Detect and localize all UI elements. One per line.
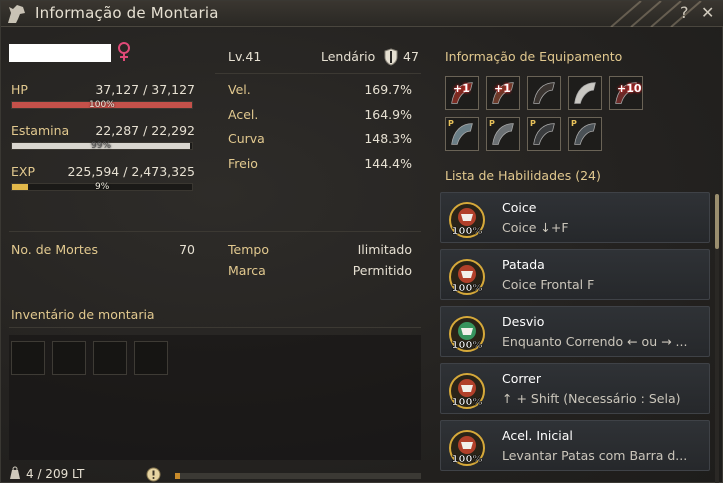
inventory-title: Inventário de montaria: [11, 307, 155, 322]
skill-card[interactable]: 100% Acel. Inicial Levantar Patas com Barr…: [440, 420, 710, 471]
skill-mastery: 100%: [452, 283, 483, 294]
skill-card[interactable]: 100% Coice Coice ↓+F: [440, 192, 710, 243]
time-label: Tempo: [228, 242, 269, 257]
skills-title: Lista de Habilidades (24): [445, 168, 601, 183]
skill-mastery: 100%: [452, 340, 483, 351]
title-bar[interactable]: Informação de Montaria ? ✕: [1, 1, 723, 27]
deaths-value: 70: [179, 242, 195, 257]
stamina-percent: 99%: [91, 141, 112, 151]
skill-mastery-icon: 100%: [449, 373, 485, 409]
hp-label: HP: [11, 82, 28, 97]
brand-value: Permitido: [352, 263, 412, 278]
skill-mastery-icon: 100%: [449, 316, 485, 352]
attr-speed-label: Vel.: [228, 82, 251, 97]
enhancement-badge: +10: [617, 82, 642, 95]
horseshoe-icon[interactable]: [568, 76, 602, 110]
brand-label: Marca: [228, 263, 266, 278]
exp-value: 225,594 / 2,473,325: [67, 164, 195, 179]
skill-card[interactable]: 100% Patada Coice Frontal F: [440, 249, 710, 300]
inventory-slot[interactable]: [134, 341, 168, 375]
info-divider: [9, 231, 421, 232]
skill-card[interactable]: 100% Correr ↑ + Shift (Necessário : Sela): [440, 363, 710, 414]
inventory-slot[interactable]: [11, 341, 45, 375]
inventory-weight-fill: [175, 473, 180, 479]
skill-name: Acel. Inicial: [502, 428, 573, 443]
skill-mastery: 100%: [452, 454, 483, 465]
skill-desc: Coice ↓+F: [502, 220, 569, 235]
inventory-slot[interactable]: [52, 341, 86, 375]
enhancement-badge: +1: [494, 82, 511, 95]
attr-accel-value: 164.9%: [364, 107, 412, 122]
inventory-panel: [9, 335, 421, 460]
skills-scrollbar[interactable]: [715, 194, 719, 249]
skill-desc: Coice Frontal F: [502, 277, 595, 292]
skill-mastery-icon: 100%: [449, 202, 485, 238]
skill-desc: ↑ + Shift (Necessário : Sela): [502, 391, 681, 406]
mount-grade: Lendário: [321, 49, 376, 64]
skill-card[interactable]: 100% Desvio Enquanto Correndo ← ou → ...: [440, 306, 710, 357]
skill-mastery-icon: 100%: [449, 259, 485, 295]
enhancement-badge: P: [448, 119, 454, 128]
mount-info-window: Informação de Montaria ? ✕ HP 37,127 / 3…: [0, 0, 723, 483]
enhancement-badge: +1: [453, 82, 470, 95]
barding-icon[interactable]: +1: [486, 76, 520, 110]
attr-accel-label: Acel.: [228, 107, 259, 122]
skills-list: 100% Coice Coice ↓+F 100% Patada Coice Fronta…: [437, 188, 722, 483]
hp-percent: 100%: [89, 100, 115, 110]
inventory-slot[interactable]: [93, 341, 127, 375]
saddle-icon[interactable]: +1: [445, 76, 479, 110]
exp-label: EXP: [11, 164, 35, 179]
deaths-label: No. de Mortes: [11, 242, 98, 257]
hp-value: 37,127 / 37,127: [95, 82, 195, 97]
skill-mastery: 100%: [452, 226, 483, 237]
inventory-weight: 4 / 209 LT: [26, 467, 85, 481]
courser-stirrups-icon[interactable]: P: [527, 117, 561, 151]
help-button[interactable]: ?: [680, 3, 689, 22]
info-icon[interactable]: [146, 467, 161, 482]
attr-divider: [215, 73, 421, 74]
attr-brake-value: 144.4%: [364, 156, 412, 171]
mount-level: Lv.41: [228, 49, 262, 64]
skill-mastery: 100%: [452, 397, 483, 408]
enhancement-badge: P: [489, 119, 495, 128]
attr-speed-value: 169.7%: [364, 82, 412, 97]
courser-horseshoe-icon[interactable]: P: [568, 117, 602, 151]
horseshoe-ring-icon[interactable]: +10: [609, 76, 643, 110]
mount-name-redacted: [9, 44, 111, 62]
enhancement-badge: P: [571, 119, 577, 128]
skill-desc: Enquanto Correndo ← ou → ...: [502, 334, 688, 349]
window-title: Informação de Montaria: [35, 4, 219, 22]
shield-icon: [384, 48, 398, 66]
inventory-divider: [9, 327, 421, 328]
close-button[interactable]: ✕: [701, 3, 714, 22]
skill-name: Desvio: [502, 314, 545, 329]
exp-bar-fill: [12, 184, 29, 190]
weight-icon: [10, 466, 20, 479]
skill-name: Correr: [502, 371, 541, 386]
skill-mastery-icon: 100%: [449, 430, 485, 466]
stirrups-icon[interactable]: [527, 76, 561, 110]
attr-turn-value: 148.3%: [364, 131, 412, 146]
stamina-value: 22,287 / 22,292: [95, 123, 195, 138]
skill-desc: Levantar Patas com Barra d...: [502, 448, 688, 463]
horse-head-icon: [8, 5, 25, 23]
exp-percent: 9%: [95, 182, 110, 192]
attr-brake-label: Freio: [228, 156, 258, 171]
attr-turn-label: Curva: [228, 131, 265, 146]
time-value: Ilimitado: [357, 242, 412, 257]
inventory-weight-bar: [175, 473, 421, 479]
female-icon: [118, 42, 130, 61]
enhancement-badge: P: [530, 119, 536, 128]
equipment-title: Informação de Equipamento: [445, 49, 623, 64]
skill-name: Patada: [502, 257, 545, 272]
grade-value: 47: [403, 49, 419, 64]
courser-barding-icon[interactable]: P: [486, 117, 520, 151]
skill-name: Coice: [502, 200, 537, 215]
courser-saddle-icon[interactable]: P: [445, 117, 479, 151]
